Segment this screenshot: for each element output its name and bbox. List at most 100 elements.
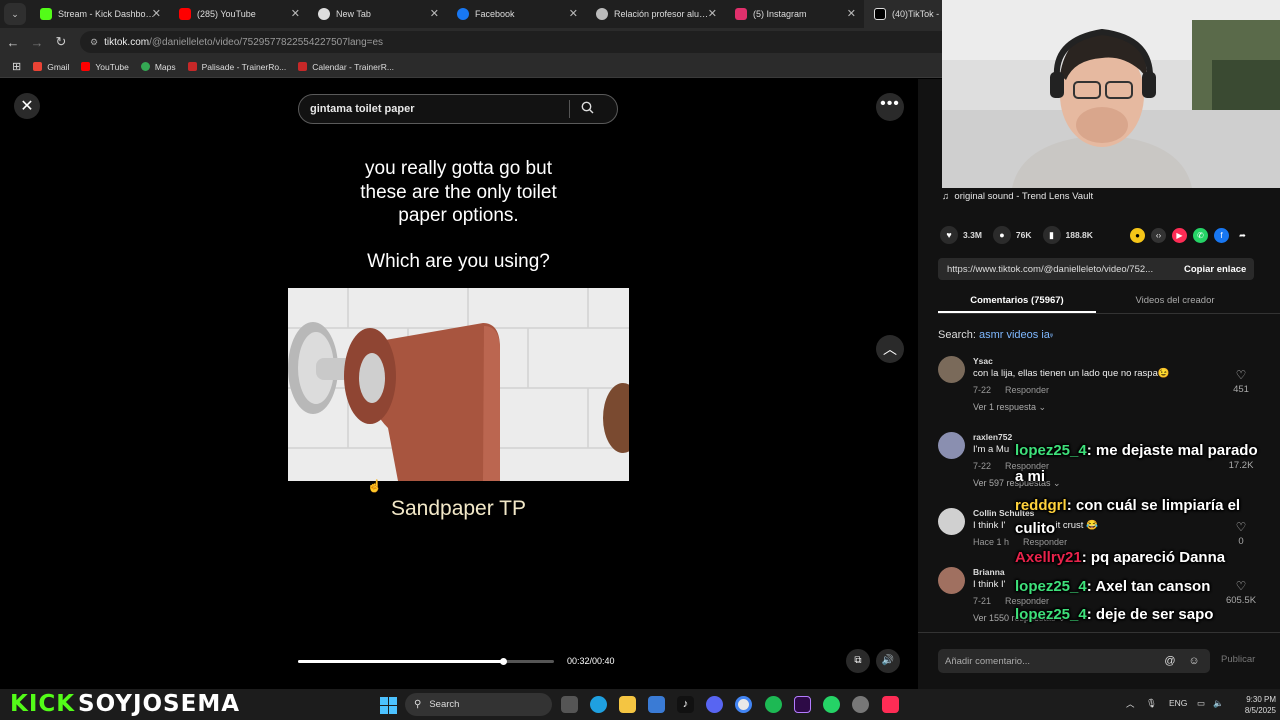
tiktok-icon[interactable]: ♪ bbox=[677, 696, 694, 713]
sound-row[interactable]: ♫ original sound - Trend Lens Vault bbox=[942, 191, 1093, 202]
save-button[interactable]: ▮ 188.8K bbox=[1042, 226, 1093, 244]
close-viewer-button[interactable]: ✕ bbox=[14, 93, 40, 119]
bookmark-gmail[interactable]: Gmail bbox=[33, 62, 69, 72]
tab-comments[interactable]: Comentarios (75967) bbox=[938, 287, 1096, 313]
comment-like-button[interactable]: ♡ 0 bbox=[1224, 518, 1258, 547]
previous-video-button[interactable]: ︿ bbox=[876, 335, 904, 363]
system-clock[interactable]: 9:30 PM 8/5/2025 bbox=[1232, 694, 1276, 716]
close-icon[interactable]: ✕ bbox=[430, 7, 439, 20]
avatar[interactable] bbox=[938, 567, 965, 594]
tab-instagram[interactable]: (5) Instagram ✕ bbox=[725, 0, 864, 28]
discord-icon[interactable] bbox=[706, 696, 723, 713]
close-icon[interactable]: ✕ bbox=[152, 7, 161, 20]
comment-user[interactable]: raxlen752 bbox=[973, 432, 1012, 442]
search-suggestion[interactable]: Search: asmr videos iaᵠ bbox=[938, 329, 1053, 341]
site-info-icon[interactable]: ⚙ bbox=[90, 37, 98, 48]
tab-youtube[interactable]: (285) YouTube ✕ bbox=[169, 0, 308, 28]
volume-icon[interactable]: 🔈 bbox=[1213, 698, 1224, 709]
settings-icon[interactable] bbox=[852, 696, 869, 713]
premiere-icon[interactable] bbox=[794, 696, 811, 713]
comment-input[interactable]: Añadir comentario... @ ☺ bbox=[938, 649, 1210, 673]
chat-message-continued: a mi bbox=[1015, 468, 1046, 485]
mention-icon[interactable]: @ bbox=[1158, 655, 1182, 667]
search-input[interactable]: gintama toilet paper bbox=[299, 103, 569, 115]
language-indicator[interactable]: ENG bbox=[1169, 698, 1187, 708]
tab-facebook[interactable]: Facebook ✕ bbox=[447, 0, 586, 28]
windows-start-icon[interactable] bbox=[380, 697, 397, 714]
share-buttons: ● ‹› ▶ ✆ f ➦ bbox=[1130, 228, 1256, 243]
close-icon[interactable]: ✕ bbox=[847, 7, 856, 20]
taskbar-search[interactable]: ⚲ Search bbox=[405, 693, 552, 716]
tab-label: (285) YouTube bbox=[197, 9, 256, 19]
reply-button[interactable]: Responder bbox=[1005, 385, 1049, 395]
tab-kick[interactable]: Stream - Kick Dashboard ✕ bbox=[30, 0, 169, 28]
progress-bar[interactable] bbox=[298, 658, 554, 665]
bookmark-calendar[interactable]: Calendar - TrainerR... bbox=[298, 62, 394, 72]
close-icon[interactable]: ✕ bbox=[708, 7, 717, 20]
copy-link-button[interactable]: Copiar enlace bbox=[1178, 264, 1246, 275]
video-player[interactable]: you really gotta go but these are the on… bbox=[288, 133, 629, 689]
progress-handle[interactable] bbox=[499, 658, 507, 665]
publish-button[interactable]: Publicar bbox=[1221, 654, 1255, 665]
comment-date: 7-22 bbox=[973, 461, 992, 471]
comment-user[interactable]: Brianna bbox=[973, 567, 1005, 577]
comment-like-button[interactable]: ♡ 605.5K bbox=[1224, 577, 1258, 606]
close-icon[interactable]: ✕ bbox=[569, 7, 578, 20]
back-icon[interactable]: ← bbox=[2, 35, 24, 50]
emoji-icon[interactable]: ☺ bbox=[1182, 655, 1206, 667]
tab-label: Stream - Kick Dashboard bbox=[58, 9, 158, 19]
url-path: /@danielleleto/video/7529577822554227507… bbox=[149, 36, 384, 48]
embed-icon[interactable]: ‹› bbox=[1151, 228, 1166, 243]
chat-user: lopez25_4 bbox=[1015, 442, 1087, 459]
view-replies-button[interactable]: Ver 1 respuesta ⌄ bbox=[973, 402, 1046, 413]
bookmark-maps[interactable]: Maps bbox=[140, 62, 176, 72]
avatar[interactable] bbox=[938, 508, 965, 535]
floating-player-button[interactable]: ⧉ bbox=[846, 649, 870, 673]
close-icon: ✕ bbox=[20, 98, 34, 115]
search-icon[interactable] bbox=[570, 101, 604, 117]
video-time: 00:32/00:40 bbox=[567, 656, 615, 666]
reply-button[interactable]: Responder bbox=[1005, 596, 1049, 606]
tiktok-studio-icon[interactable] bbox=[882, 696, 899, 713]
chrome-icon[interactable] bbox=[735, 696, 752, 713]
comment-text: I think I' bbox=[973, 579, 1006, 590]
video-link[interactable]: https://www.tiktok.com/@danielleleto/vid… bbox=[938, 264, 1178, 275]
comment-like-button[interactable]: ♡ 451 bbox=[1224, 366, 1258, 395]
share-arrow-icon[interactable]: ➦ bbox=[1235, 228, 1250, 243]
facebook-icon[interactable]: f bbox=[1214, 228, 1229, 243]
store-icon[interactable] bbox=[648, 696, 665, 713]
file-explorer-icon[interactable] bbox=[619, 696, 636, 713]
tab-search-button[interactable]: ⌄ bbox=[4, 3, 26, 25]
tab-new-tab[interactable]: New Tab ✕ bbox=[308, 0, 447, 28]
network-icon[interactable]: ▭ bbox=[1197, 698, 1205, 709]
search-bar[interactable]: gintama toilet paper bbox=[298, 94, 618, 124]
volume-button[interactable]: 🔊 bbox=[876, 649, 900, 673]
reload-icon[interactable]: ↻ bbox=[50, 34, 72, 50]
avatar[interactable] bbox=[938, 432, 965, 459]
comment-button[interactable]: ● 76K bbox=[992, 226, 1032, 244]
tab-creator-videos[interactable]: Videos del creador bbox=[1096, 287, 1254, 313]
bookmark-palisade[interactable]: Palisade - TrainerRo... bbox=[187, 62, 286, 72]
reply-button[interactable]: Responder bbox=[1023, 537, 1067, 547]
heart-outline-icon: ♡ bbox=[1235, 579, 1247, 593]
forward-icon[interactable]: → bbox=[26, 35, 48, 50]
chat-message: reddgrl: con cuál se limpiaría el bbox=[1015, 497, 1240, 514]
send-icon[interactable]: ▶ bbox=[1172, 228, 1187, 243]
comment-user[interactable]: Ysac bbox=[973, 356, 993, 366]
apps-icon[interactable]: ⊞ bbox=[12, 60, 21, 73]
bookmark-youtube[interactable]: YouTube bbox=[81, 62, 129, 72]
chevron-up-icon[interactable]: ︿ bbox=[1126, 698, 1135, 710]
microphone-icon[interactable]: 🎙 bbox=[1146, 698, 1157, 709]
whatsapp-icon[interactable] bbox=[823, 696, 840, 713]
spotify-icon[interactable] bbox=[765, 696, 782, 713]
edge-icon[interactable] bbox=[590, 696, 607, 713]
whatsapp-icon[interactable]: ✆ bbox=[1193, 228, 1208, 243]
tab-relacion[interactable]: Relación profesor alumna ✕ bbox=[586, 0, 725, 28]
coin-icon[interactable]: ● bbox=[1130, 228, 1145, 243]
url-field[interactable]: ⚙ tiktok.com/@danielleleto/video/7529577… bbox=[80, 31, 980, 53]
like-button[interactable]: ♥ 3.3M bbox=[940, 226, 982, 244]
avatar[interactable] bbox=[938, 356, 965, 383]
more-options-button[interactable]: ••• bbox=[876, 93, 904, 121]
task-view-icon[interactable] bbox=[561, 696, 578, 713]
close-icon[interactable]: ✕ bbox=[291, 7, 300, 20]
